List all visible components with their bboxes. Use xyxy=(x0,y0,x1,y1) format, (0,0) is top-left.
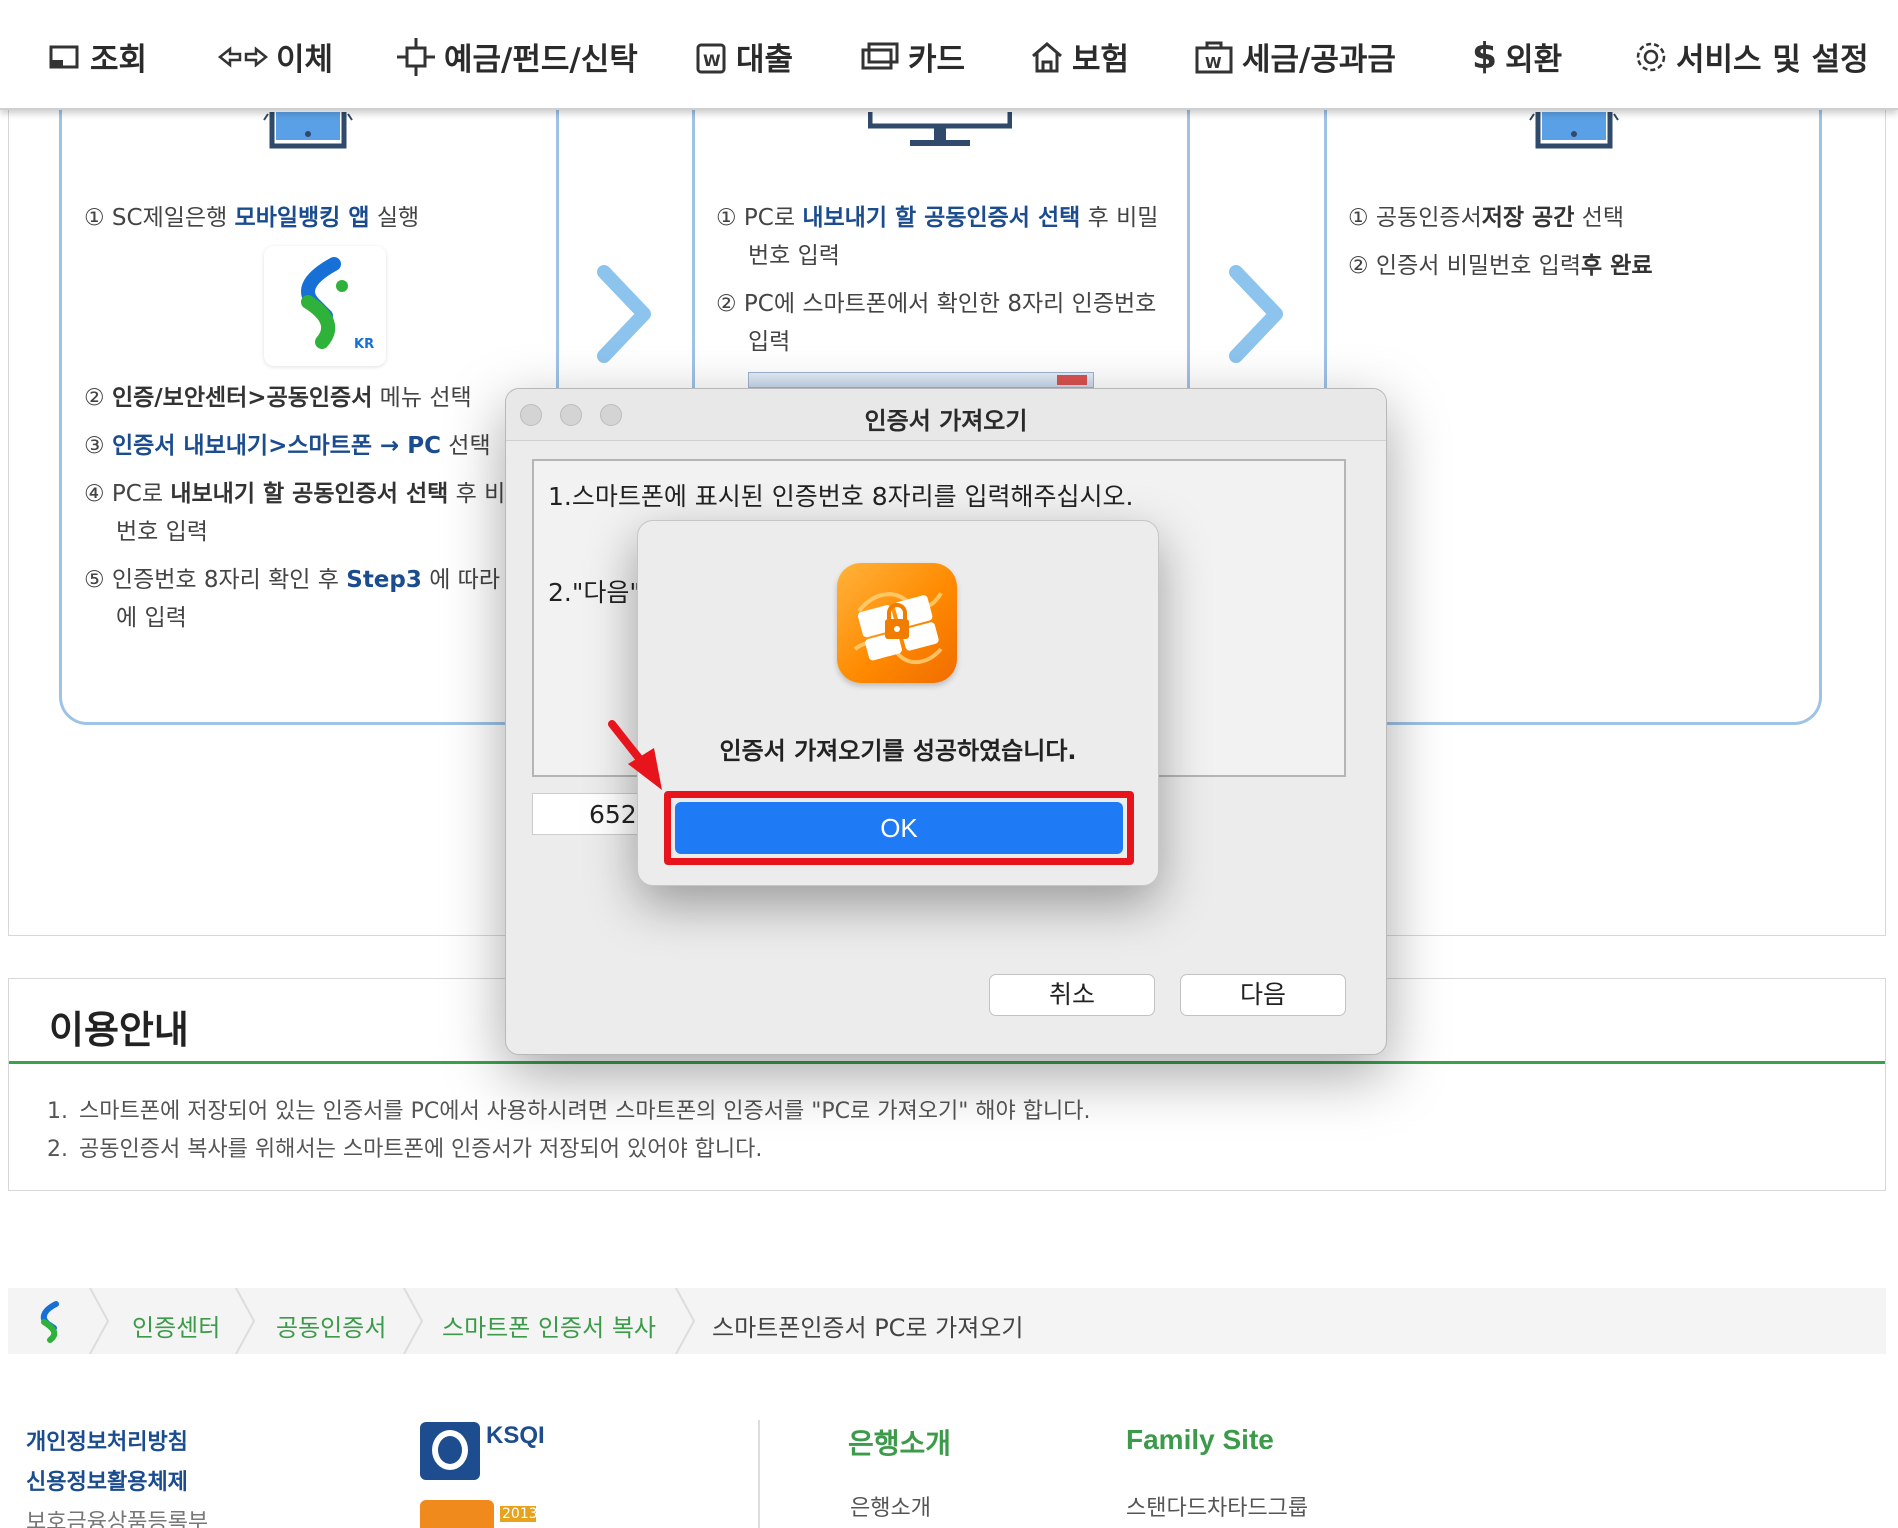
sc-app-logo: KR xyxy=(264,246,386,366)
deposit-icon xyxy=(397,37,435,76)
nav-label: 세금/공과금 xyxy=(1242,42,1396,78)
sc-logo-icon: KR xyxy=(301,257,374,352)
nav-item-forex[interactable]: $ 외환 xyxy=(1472,34,1562,79)
auth-code-input[interactable]: 652 xyxy=(532,793,652,835)
breadcrumb-separator xyxy=(89,1288,110,1354)
step1-line4: ④ PC로 내보내기 할 공동인증서 선택 후 비밀 xyxy=(84,481,527,507)
step1-line2: ② 인증/보안센터>공동인증서 메뉴 선택 xyxy=(84,385,472,411)
svg-text:KR: KR xyxy=(354,337,374,352)
loan-icon: W xyxy=(696,43,726,73)
breadcrumb: 인증센터 공동인증서 스마트폰 인증서 복사 스마트폰인증서 PC로 가져오기 xyxy=(8,1288,1886,1354)
nav-label: 이체 xyxy=(276,42,334,78)
divider xyxy=(9,1061,1885,1064)
footer-bank-intro-heading: 은행소개 xyxy=(848,1427,952,1460)
footer-link-privacy[interactable]: 개인정보처리방침 xyxy=(26,1424,188,1456)
breadcrumb-item[interactable]: 스마트폰 인증서 복사 xyxy=(442,1308,656,1343)
step2-line2: ② PC에 스마트폰에서 확인한 8자리 인증번호 xyxy=(716,291,1157,317)
home-logo-icon[interactable] xyxy=(30,1298,74,1344)
nav-item-loan[interactable]: W 대출 xyxy=(694,34,793,79)
nav-item-settings[interactable]: 서비스 및 설정 xyxy=(1634,34,1869,79)
footer-link-protected[interactable]: 보호금융상품등록부 xyxy=(26,1504,208,1528)
guide-title: 이용안내 xyxy=(49,1008,189,1052)
ksqi-badge: KSQI xyxy=(420,1422,560,1482)
breadcrumb-item[interactable]: 공동인증서 xyxy=(276,1308,386,1343)
nav-item-tax[interactable]: W 세금/공과금 xyxy=(1194,34,1396,79)
svg-text:W: W xyxy=(703,51,721,70)
step3-line2: ② 인증서 비밀번호 입력후 완료 xyxy=(1348,253,1653,279)
footer-bank-intro-link[interactable]: 은행소개 xyxy=(850,1490,931,1522)
breadcrumb-current: 스마트폰인증서 PC로 가져오기 xyxy=(712,1314,1024,1342)
step2-line1-cont: 번호 입력 xyxy=(748,243,840,269)
nav-label: 카드 xyxy=(908,42,966,78)
nav-label: 조회 xyxy=(90,42,148,78)
alert-message: 인증서 가져오기를 성공하였습니다. xyxy=(719,737,1077,765)
step1-line5-cont: 에 입력 xyxy=(116,605,187,631)
window-title: 인증서 가져오기 xyxy=(864,407,1028,435)
step1-line5: ⑤ 인증번호 8자리 확인 후 Step3 에 따라 PC xyxy=(84,567,538,593)
tablet-icon xyxy=(263,112,353,149)
step2-line1: ① PC로 내보내기 할 공동인증서 선택 후 비밀 xyxy=(716,205,1159,231)
nav-label: 서비스 및 설정 xyxy=(1676,42,1869,78)
gear-icon xyxy=(1636,42,1666,71)
footer-divider xyxy=(758,1420,760,1528)
card-icon xyxy=(861,42,899,69)
step1-line3: ③ 인증서 내보내기>스마트폰 → PC 선택 xyxy=(84,433,491,459)
cancel-button[interactable]: 취소 xyxy=(989,974,1155,1016)
nav-label: 대출 xyxy=(736,42,794,78)
step1-line1: ① SC제일은행 모바일뱅킹 앱 실행 xyxy=(84,205,420,231)
nav-item-insurance[interactable]: 보험 xyxy=(1030,34,1129,79)
red-pointer-arrow-icon xyxy=(608,720,662,790)
breadcrumb-separator xyxy=(403,1288,424,1354)
tablet-icon xyxy=(1529,112,1619,149)
certificate-lock-icon xyxy=(837,563,957,683)
ok-button[interactable]: OK xyxy=(675,802,1123,854)
nav-label: 보험 xyxy=(1072,42,1130,78)
success-alert: 인증서 가져오기를 성공하였습니다. OK xyxy=(637,520,1159,886)
transfer-icon xyxy=(218,45,268,68)
step2-line2-cont: 입력 xyxy=(748,329,791,355)
nav-item-inquiry[interactable]: 조회 xyxy=(48,34,147,79)
guide-item: 1. 스마트폰에 저장되어 있는 인증서를 PC에서 사용하시려면 스마트폰의 인… xyxy=(47,1099,1091,1124)
insurance-icon xyxy=(1032,41,1062,72)
footer-link-credit[interactable]: 신용정보활용체제 xyxy=(26,1464,188,1496)
nav-label: 예금/펀드/신탁 xyxy=(444,42,638,78)
footer-family-link[interactable]: 스탠다드차타드그룹 xyxy=(1126,1490,1308,1522)
inquiry-icon xyxy=(49,45,79,68)
screenshot-thumbnail xyxy=(748,372,1094,388)
nav-label: 외환 xyxy=(1505,42,1563,78)
step1-line4-cont: 번호 입력 xyxy=(116,519,208,545)
monitor-icon xyxy=(868,112,1012,146)
breadcrumb-separator xyxy=(675,1288,696,1354)
wa-award-badge: 2013 xyxy=(420,1500,536,1528)
close-icon xyxy=(1057,375,1087,385)
instruction-line-1: 1.스마트폰에 표시된 인증번호 8자리를 입력해주십시오. xyxy=(548,482,1134,511)
top-nav: 조회 이체 예금/펀드/신탁 W 대출 카드 보험 W 세금/공과금 $ 외환 … xyxy=(0,0,1898,110)
chevron-right-icon xyxy=(1229,265,1283,363)
footer-family-heading: Family Site xyxy=(1126,1424,1274,1455)
nav-item-transfer[interactable]: 이체 xyxy=(218,34,333,79)
dollar-icon: $ xyxy=(1472,36,1498,77)
instruction-line-2: 2."다음" xyxy=(548,578,641,607)
ksqi-logo-icon xyxy=(420,1422,480,1480)
svg-text:W: W xyxy=(1205,54,1222,72)
tax-icon: W xyxy=(1195,41,1233,73)
breadcrumb-item[interactable]: 인증센터 xyxy=(132,1308,220,1343)
guide-item: 2. 공동인증서 복사를 위해서는 스마트폰에 인증서가 저장되어 있어야 합니다… xyxy=(47,1137,763,1162)
breadcrumb-separator xyxy=(235,1288,256,1354)
chevron-right-icon xyxy=(597,265,651,363)
nav-item-card[interactable]: 카드 xyxy=(860,34,965,79)
step3-line1: ① 공동인증서저장 공간 선택 xyxy=(1348,205,1625,231)
next-button[interactable]: 다음 xyxy=(1180,974,1346,1016)
nav-item-deposit[interactable]: 예금/펀드/신탁 xyxy=(396,34,638,79)
window-titlebar: 인증서 가져오기 xyxy=(506,389,1386,441)
